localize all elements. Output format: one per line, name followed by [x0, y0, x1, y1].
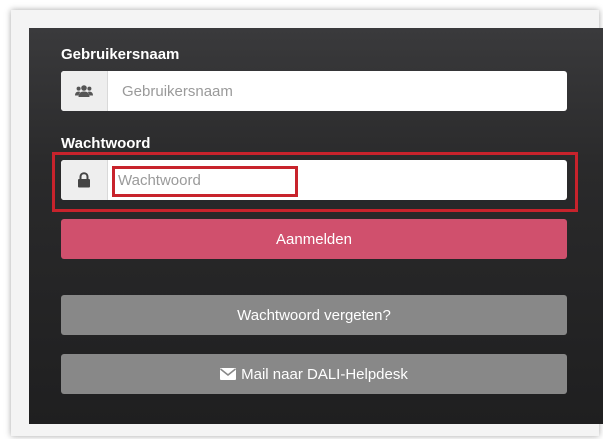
envelope-icon: [220, 368, 237, 380]
username-label: Gebruikersnaam: [61, 46, 180, 63]
users-icon: [61, 71, 108, 111]
password-input[interactable]: [108, 160, 567, 200]
username-input-group: [61, 71, 567, 111]
lock-icon: [61, 160, 108, 200]
forgot-password-label: Wachtwoord vergeten?: [237, 306, 391, 324]
mail-helpdesk-label: Mail naar DALI-Helpdesk: [241, 365, 408, 383]
login-button[interactable]: Aanmelden: [61, 219, 567, 259]
username-input[interactable]: [108, 71, 567, 111]
forgot-password-button[interactable]: Wachtwoord vergeten?: [61, 295, 567, 335]
login-button-label: Aanmelden: [276, 230, 352, 248]
mail-helpdesk-button[interactable]: Mail naar DALI-Helpdesk: [61, 354, 567, 394]
password-label: Wachtwoord: [61, 135, 151, 152]
password-input-group: [61, 160, 567, 200]
